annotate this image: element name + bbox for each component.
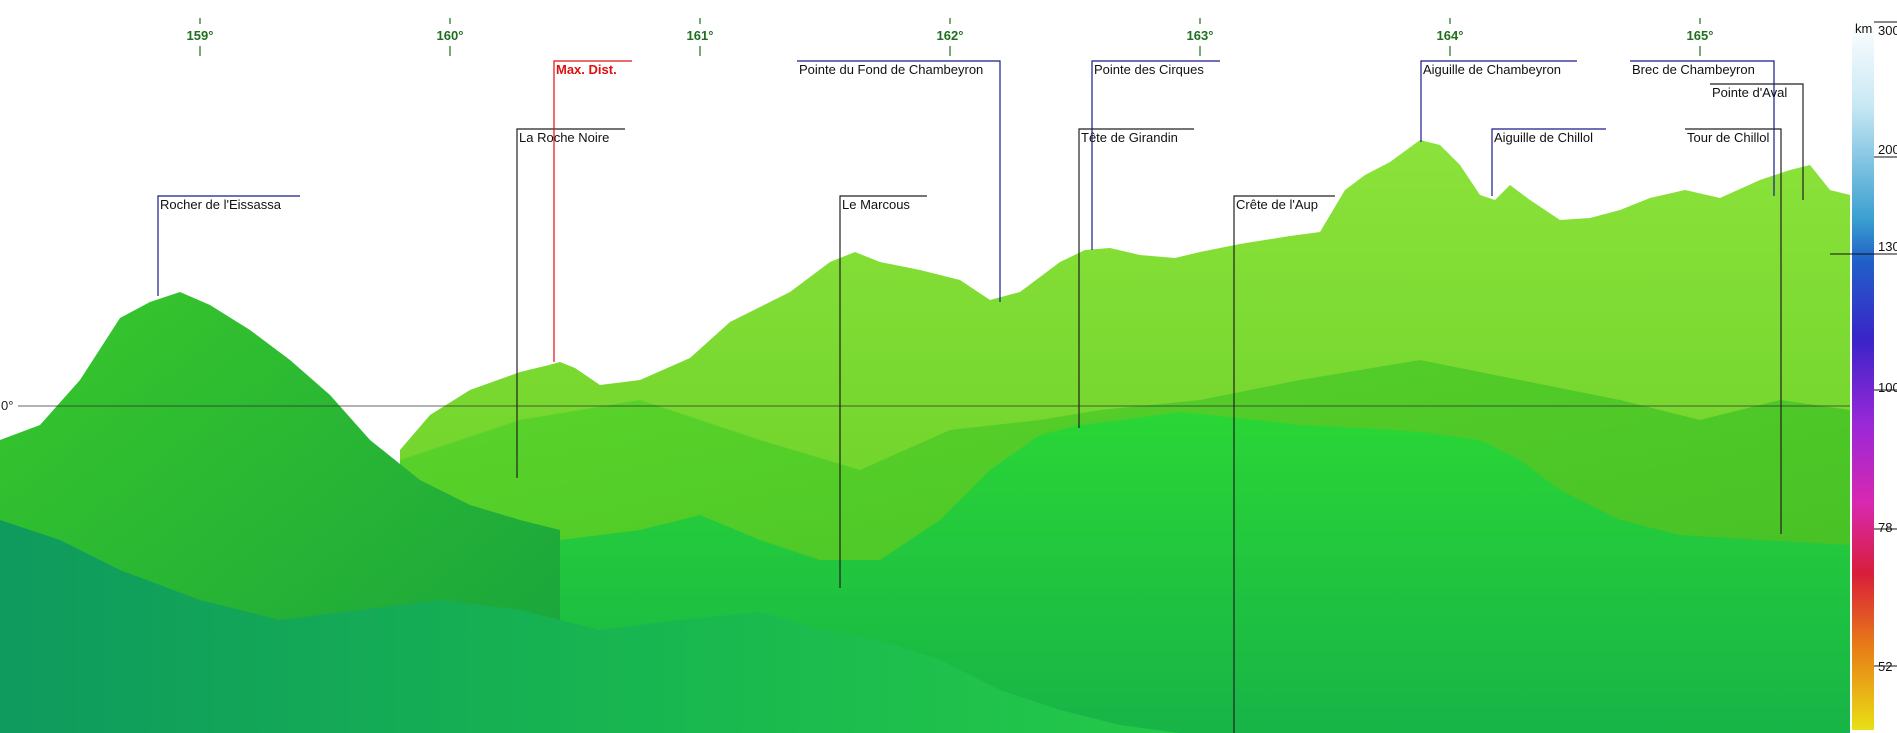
azimuth-tick: 162° (937, 18, 964, 56)
azimuth-tick: 161° (687, 18, 714, 56)
azimuth-tick-label: 159° (187, 28, 214, 43)
azimuth-tick: 164° (1437, 18, 1464, 56)
azimuth-tick-label: 165° (1687, 28, 1714, 43)
distance-tick-label: 52 (1878, 659, 1892, 674)
distance-tick-label: 300 (1878, 23, 1897, 38)
peak-name: Aiguille de Chillol (1494, 130, 1593, 145)
panorama-view: 0° 159° 160° 161° 162° 163° 164° 165° Ro… (0, 18, 1897, 733)
peak-label[interactable]: Pointe des Cirques (1091, 60, 1220, 250)
distance-tick: 300 (1874, 21, 1897, 38)
peak-name: Pointe du Fond de Chambeyron (799, 62, 983, 77)
azimuth-tick-label: 160° (437, 28, 464, 43)
distance-tick-label: 78 (1878, 520, 1892, 535)
peak-name: Rocher de l'Eissassa (160, 197, 282, 212)
distance-color-bar (1852, 20, 1874, 730)
azimuth-tick: 159° (187, 18, 214, 56)
peak-name: Tour de Chillol (1687, 130, 1769, 145)
distance-tick-label: 200 (1878, 142, 1897, 157)
azimuth-tick: 160° (437, 18, 464, 56)
peak-name: Brec de Chambeyron (1632, 62, 1755, 77)
azimuth-tick-label: 163° (1187, 28, 1214, 43)
distance-tick: 200 (1874, 142, 1897, 158)
distance-tick: 100 (1874, 380, 1897, 395)
distance-tick: 52 (1874, 659, 1897, 674)
azimuth-scale: 159° 160° 161° 162° 163° 164° 165° (187, 18, 1714, 56)
distance-unit: km (1855, 21, 1872, 36)
peak-name: Tête de Girandin (1081, 130, 1178, 145)
peak-name: Le Marcous (842, 197, 910, 212)
distance-tick-label: 130 (1878, 239, 1897, 254)
max-distance-label: Max. Dist. (556, 62, 617, 77)
peak-name: Crête de l'Aup (1236, 197, 1318, 212)
peak-name: Pointe des Cirques (1094, 62, 1204, 77)
peak-name: La Roche Noire (519, 130, 609, 145)
distance-tick: 78 (1874, 520, 1897, 535)
horizon-label: 0° (1, 398, 13, 413)
terrain (0, 140, 1850, 733)
azimuth-tick: 163° (1187, 18, 1214, 56)
peak-label-max-distance[interactable]: Max. Dist. (553, 60, 632, 362)
peak-label[interactable]: Rocher de l'Eissassa (157, 195, 300, 296)
azimuth-tick: 165° (1687, 18, 1714, 56)
azimuth-tick-label: 162° (937, 28, 964, 43)
azimuth-tick-label: 161° (687, 28, 714, 43)
distance-tick-label: 100 (1878, 380, 1897, 395)
azimuth-tick-label: 164° (1437, 28, 1464, 43)
peak-name: Pointe d'Aval (1712, 85, 1787, 100)
peak-name: Aiguille de Chambeyron (1423, 62, 1561, 77)
